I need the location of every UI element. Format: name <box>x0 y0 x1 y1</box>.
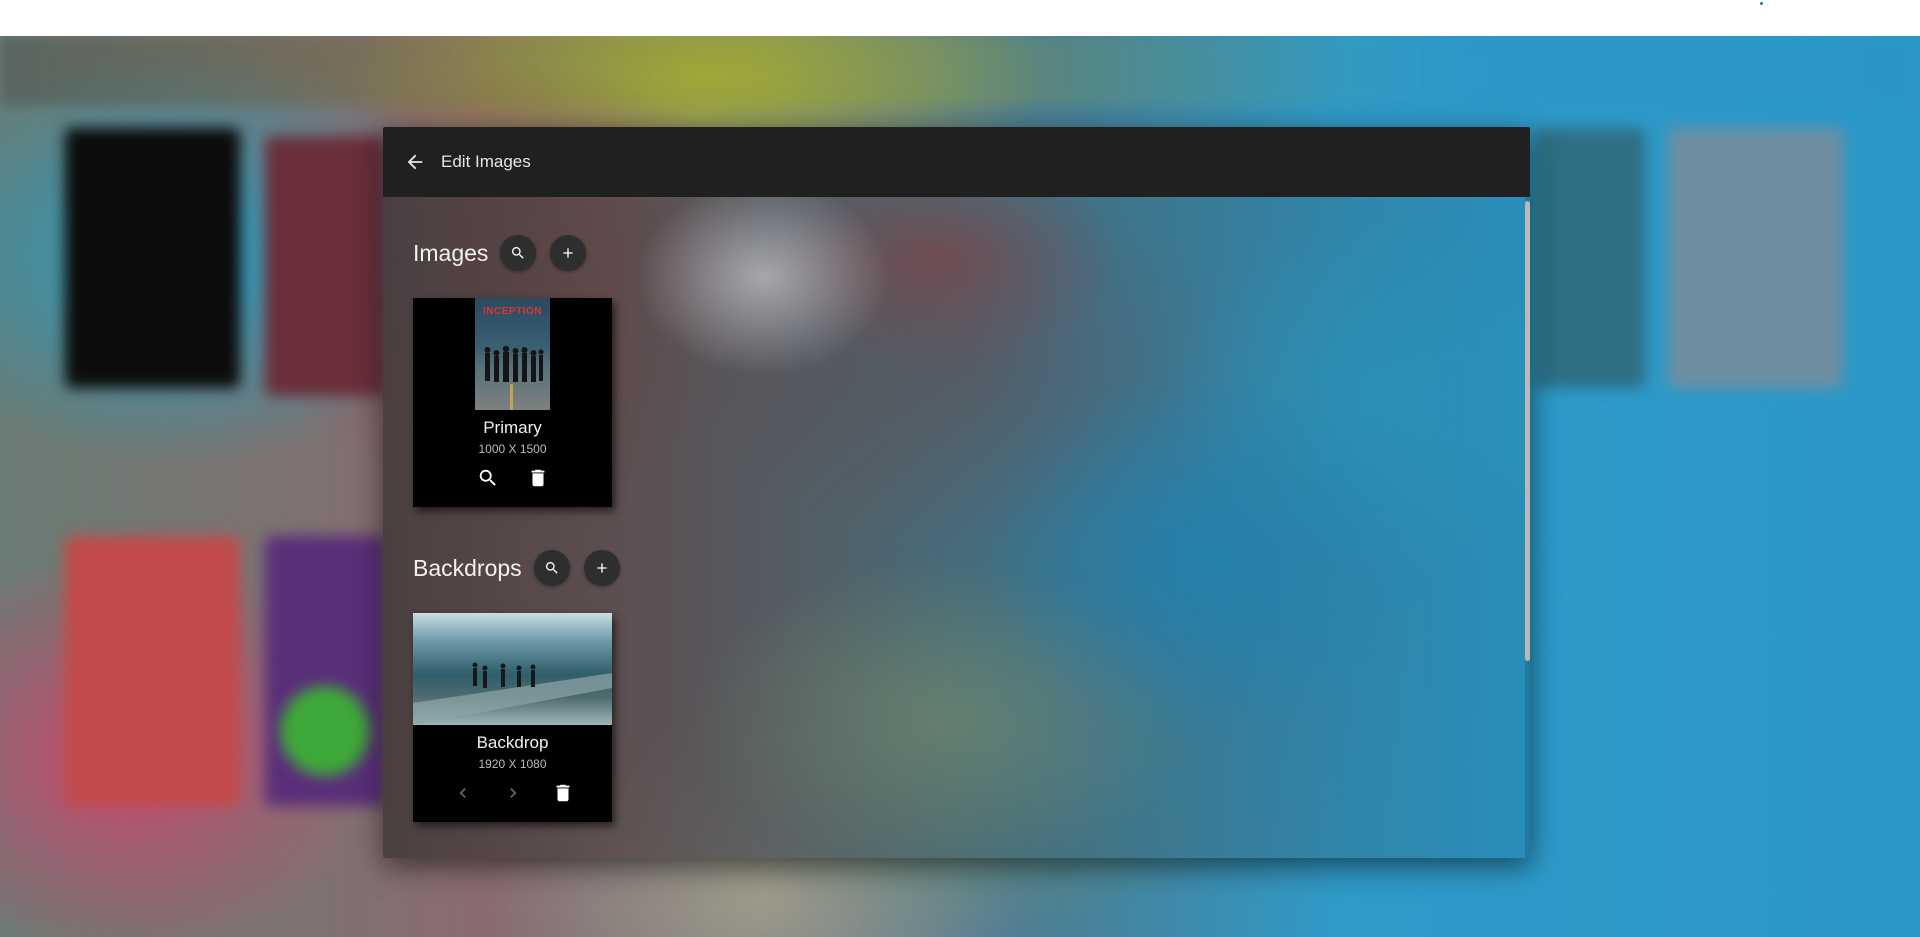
plus-icon <box>563 248 574 258</box>
dialog-header: Edit Images <box>383 127 1530 197</box>
move-right-button[interactable] <box>499 779 527 807</box>
image-type-label: Primary <box>483 418 542 437</box>
blurred-card <box>265 136 385 396</box>
search-icon <box>545 562 558 574</box>
back-button[interactable] <box>395 142 435 182</box>
search-icon <box>512 247 525 259</box>
image-dimensions: 1000 X 1500 <box>478 442 547 456</box>
add-image-button[interactable] <box>550 235 587 271</box>
card-actions <box>413 779 612 807</box>
dialog-body: Images INCEPTION Primary 1000 X 1500 Bac… <box>383 197 1530 858</box>
primary-image-card: INCEPTION Primary 1000 X 1500 <box>413 298 612 507</box>
blurred-card <box>65 128 240 388</box>
blurred-card <box>1535 128 1645 388</box>
backdrop-scene <box>413 662 612 725</box>
blurred-nav-bar <box>0 36 1920 106</box>
indicator-dot <box>1760 2 1763 5</box>
add-backdrop-button[interactable] <box>583 550 620 586</box>
poster-figures <box>484 345 544 410</box>
trash-icon <box>531 469 544 487</box>
backdrops-section-header: Backdrops <box>413 550 634 586</box>
card-actions <box>413 464 612 492</box>
arrow-back-icon <box>407 154 423 170</box>
edit-images-dialog: Edit Images Images INCEPTION Primary 100… <box>383 127 1530 858</box>
search-backdrops-button[interactable] <box>533 550 570 586</box>
backdrop-thumbnail <box>413 613 612 725</box>
scrollbar-thumb[interactable] <box>1525 201 1530 661</box>
trash-icon <box>556 784 569 802</box>
images-section-title: Images <box>413 239 489 266</box>
images-section-header: Images <box>413 235 600 271</box>
chevron-right-icon <box>509 788 516 798</box>
blurred-card <box>1668 128 1843 388</box>
delete-primary-button[interactable] <box>524 464 552 492</box>
image-type-label: Backdrop <box>476 733 549 752</box>
primary-poster-thumbnail: INCEPTION <box>475 298 550 410</box>
chevron-left-icon <box>459 788 466 798</box>
plus-icon <box>597 563 607 573</box>
backdrops-section-title: Backdrops <box>413 554 522 581</box>
dialog-scrollbar[interactable] <box>1525 197 1530 858</box>
backdrop-image-card: Backdrop 1920 X 1080 <box>413 613 612 822</box>
browser-top-bar <box>0 0 1920 36</box>
blurred-card <box>65 536 240 806</box>
search-images-button[interactable] <box>500 235 537 271</box>
delete-backdrop-button[interactable] <box>549 779 577 807</box>
search-icon <box>479 469 496 486</box>
image-dimensions: 1920 X 1080 <box>478 757 547 771</box>
search-primary-button[interactable] <box>474 464 502 492</box>
dialog-title: Edit Images <box>441 152 531 171</box>
blurred-card-accent <box>280 686 370 776</box>
move-left-button[interactable] <box>449 779 477 807</box>
